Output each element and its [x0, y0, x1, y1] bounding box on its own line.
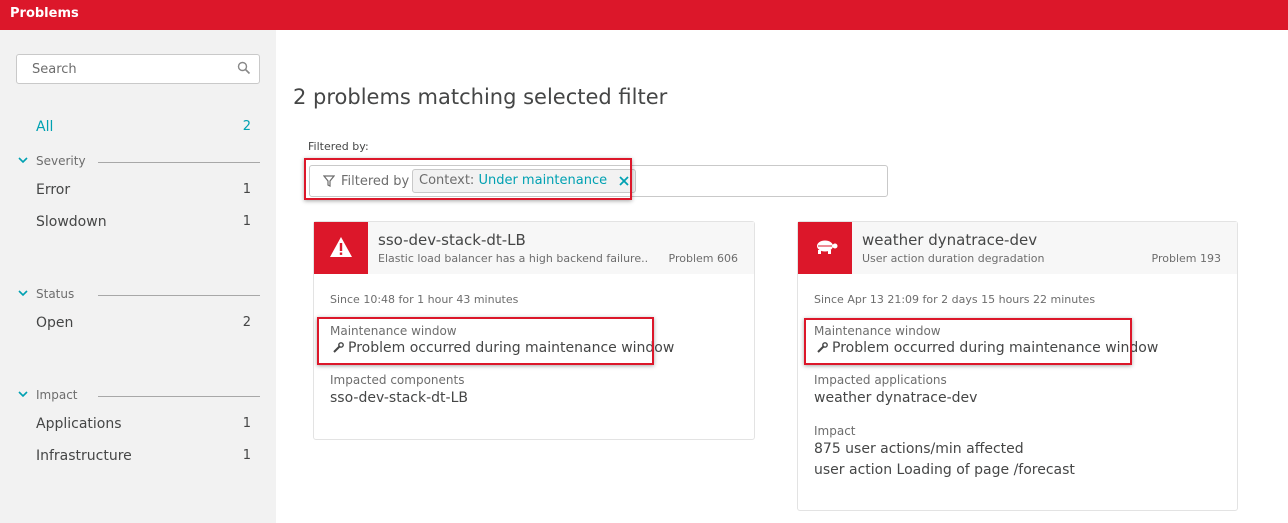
group-severity-header[interactable]: Severity [18, 154, 260, 170]
impacted-label: Impacted components [330, 373, 465, 387]
sidebar-item-open[interactable]: Open 2 [36, 315, 251, 335]
impact-label: Impact [814, 424, 856, 438]
chevron-down-icon [18, 290, 28, 297]
sidebar-item-count: 1 [242, 182, 251, 197]
impacted-value: weather dynatrace-dev [814, 390, 978, 406]
filter-chip-key: Context: [419, 173, 475, 188]
sidebar-item-error[interactable]: Error 1 [36, 182, 251, 202]
search-icon[interactable] [237, 61, 251, 75]
group-title: Status [36, 287, 75, 301]
group-status-header[interactable]: Status [18, 287, 260, 303]
sidebar: All 2 Severity Error 1 Slowdown 1 Status… [0, 30, 276, 523]
impact-line: 875 user actions/min affected [814, 441, 1024, 457]
maintenance-label: Maintenance window [814, 324, 941, 338]
filter-prefix: Filtered by [341, 174, 410, 189]
sidebar-item-count: 1 [242, 416, 251, 431]
problem-subtitle: User action duration degradation [862, 252, 1045, 265]
app-title: Problems [10, 6, 79, 21]
impacted-value: sso-dev-stack-dt-LB [330, 390, 468, 406]
sidebar-item-count: 2 [242, 119, 251, 134]
problem-subtitle: Elastic load balancer has a high backend… [378, 252, 648, 265]
group-title: Severity [36, 154, 86, 168]
sidebar-item-all[interactable]: All 2 [36, 119, 251, 139]
maintenance-label: Maintenance window [330, 324, 457, 338]
sidebar-item-label: All [36, 119, 54, 135]
maintenance-text: Problem occurred during maintenance wind… [348, 340, 675, 356]
maintenance-text: Problem occurred during maintenance wind… [832, 340, 1159, 356]
problem-duration: Since 10:48 for 1 hour 43 minutes [330, 293, 519, 306]
wrench-icon [333, 342, 344, 353]
divider [98, 396, 260, 397]
group-title: Impact [36, 388, 78, 402]
problem-number: Problem 193 [1151, 252, 1221, 265]
sidebar-item-label: Error [36, 182, 71, 198]
impact-line: user action Loading of page /forecast [814, 462, 1075, 478]
search-input[interactable] [17, 55, 227, 83]
top-bar: Problems [0, 0, 1288, 30]
divider [98, 295, 260, 296]
sidebar-item-count: 2 [242, 315, 251, 330]
turtle-icon [817, 240, 838, 254]
sidebar-item-label: Slowdown [36, 214, 107, 230]
sidebar-item-count: 1 [242, 448, 251, 463]
sidebar-item-applications[interactable]: Applications 1 [36, 416, 251, 436]
problem-number: Problem 606 [668, 252, 738, 265]
sidebar-item-count: 1 [242, 214, 251, 229]
filter-chip-value: Under maintenance [478, 173, 608, 188]
main-content: 2 problems matching selected filter Filt… [276, 30, 1288, 523]
impacted-label: Impacted applications [814, 373, 947, 387]
problem-card[interactable]: weather dynatrace-dev User action durati… [797, 221, 1238, 511]
chevron-down-icon [18, 391, 28, 398]
problem-card[interactable]: sso-dev-stack-dt-LB Elastic load balance… [313, 221, 755, 440]
sidebar-item-label: Applications [36, 416, 122, 432]
chevron-down-icon [18, 157, 28, 164]
filter-chip[interactable]: Context: Under maintenance [412, 169, 637, 193]
filter-bar[interactable]: Filtered by Context: Under maintenance [309, 165, 888, 197]
divider [98, 162, 260, 163]
page-title: 2 problems matching selected filter [293, 85, 668, 109]
severity-badge [798, 222, 852, 274]
severity-badge [314, 222, 368, 274]
sidebar-item-slowdown[interactable]: Slowdown 1 [36, 214, 251, 234]
wrench-icon [817, 342, 828, 353]
filtered-by-label: Filtered by: [308, 140, 369, 153]
sidebar-item-label: Open [36, 315, 74, 331]
problem-duration: Since Apr 13 21:09 for 2 days 15 hours 2… [814, 293, 1096, 306]
filter-funnel-icon [323, 175, 335, 187]
sidebar-item-infrastructure[interactable]: Infrastructure 1 [36, 448, 251, 468]
warning-triangle-icon [330, 237, 352, 257]
problem-title[interactable]: weather dynatrace-dev [862, 231, 1037, 249]
group-impact-header[interactable]: Impact [18, 388, 260, 404]
search-box[interactable] [16, 54, 260, 84]
problem-title[interactable]: sso-dev-stack-dt-LB [378, 231, 526, 249]
close-icon[interactable] [619, 176, 629, 186]
sidebar-item-label: Infrastructure [36, 448, 132, 464]
